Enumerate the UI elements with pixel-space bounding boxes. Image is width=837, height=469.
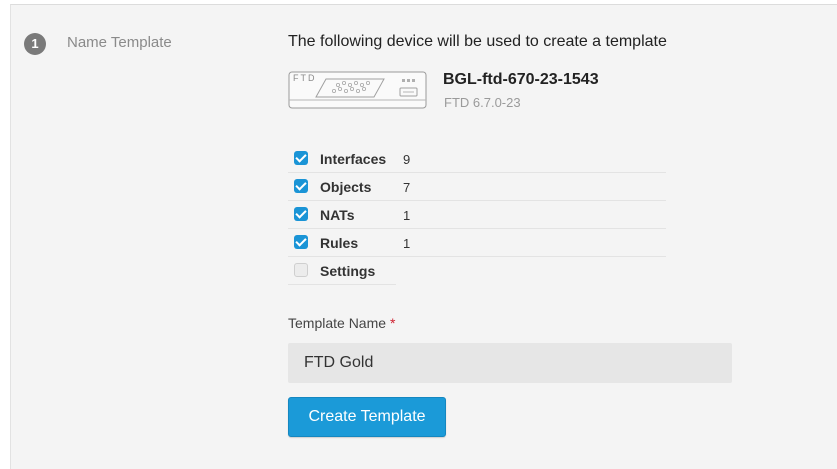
config-item-list: Interfaces 9 Objects 7 NATs 1 Rules 1 Se… — [288, 145, 666, 285]
step-number-badge: 1 — [24, 33, 46, 55]
config-item-interfaces[interactable]: Interfaces 9 — [288, 145, 666, 173]
objects-checkbox[interactable] — [294, 179, 308, 193]
template-name-label-text: Template Name — [288, 315, 387, 331]
device-name: BGL-ftd-670-23-1543 — [443, 71, 599, 88]
device-image-label: FTD — [293, 73, 317, 83]
config-item-settings[interactable]: Settings — [288, 257, 396, 285]
config-item-label: Objects — [320, 179, 372, 195]
create-template-button[interactable]: Create Template — [288, 397, 446, 437]
config-item-count: 1 — [403, 236, 411, 251]
config-item-label: NATs — [320, 207, 355, 223]
settings-checkbox[interactable] — [294, 263, 308, 277]
config-item-rules[interactable]: Rules 1 — [288, 229, 666, 257]
rules-checkbox[interactable] — [294, 235, 308, 249]
config-item-objects[interactable]: Objects 7 — [288, 173, 666, 201]
template-name-label: Template Name * — [288, 315, 395, 331]
config-item-count: 9 — [403, 152, 411, 167]
interfaces-checkbox[interactable] — [294, 151, 308, 165]
required-marker: * — [389, 315, 396, 331]
config-item-count: 1 — [403, 208, 411, 223]
device-version: FTD 6.7.0-23 — [444, 95, 521, 110]
step-label: Name Template — [67, 34, 172, 51]
intro-text: The following device will be used to cre… — [288, 33, 667, 50]
ftd-device-icon: FTD — [288, 70, 428, 112]
config-item-label: Interfaces — [320, 151, 387, 167]
config-item-nats[interactable]: NATs 1 — [288, 201, 666, 229]
config-item-label: Rules — [320, 235, 359, 251]
nats-checkbox[interactable] — [294, 207, 308, 221]
config-item-count: 7 — [403, 180, 411, 195]
template-name-input[interactable] — [288, 343, 732, 383]
config-item-label: Settings — [320, 263, 376, 279]
